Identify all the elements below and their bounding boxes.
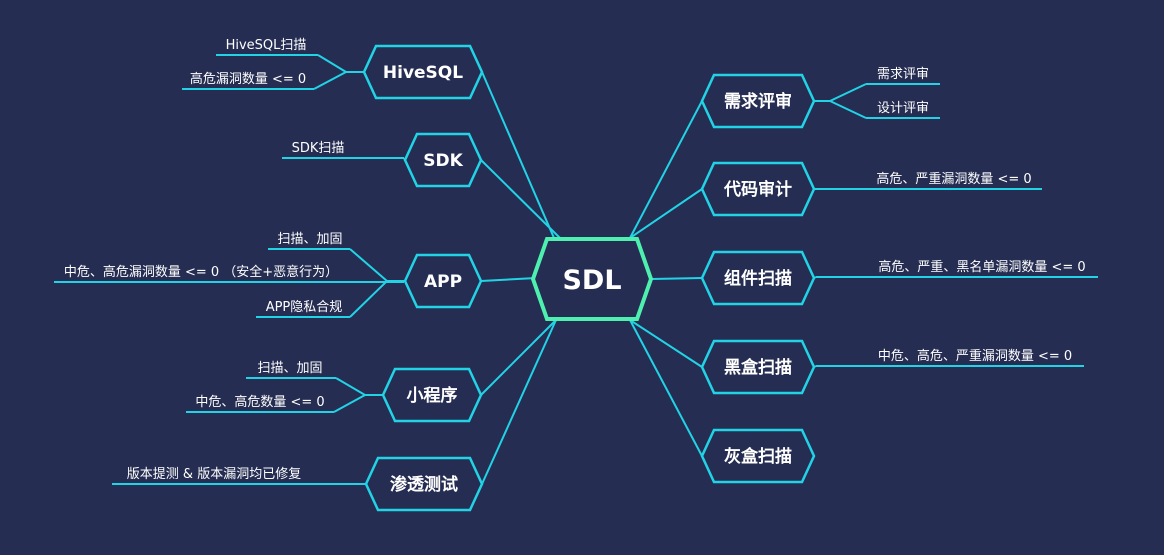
branch-9-node[interactable]: 灰盒扫描 — [700, 428, 816, 484]
connector-center-to-branch-1 — [480, 159, 561, 239]
connector-center-to-branch-5 — [629, 100, 703, 239]
connector-center-to-branch-9 — [629, 319, 703, 457]
connector-leaf — [349, 248, 388, 282]
connector-leaf — [335, 377, 366, 396]
leaf-label: 需求评审 — [877, 67, 929, 82]
leaf-label: 中危、高危数量 <= 0 — [195, 394, 324, 410]
branch-label: 需求评审 — [724, 91, 792, 112]
leaf-label: 版本提测 & 版本漏洞均已修复 — [127, 466, 301, 482]
branch-label: HiveSQL — [383, 63, 463, 83]
connector-center-to-branch-0 — [481, 71, 555, 239]
branch-7-node[interactable]: 组件扫描 — [700, 250, 816, 306]
branch-6-node[interactable]: 代码审计 — [700, 161, 816, 217]
branch-label: 灰盒扫描 — [724, 446, 792, 467]
connector-center-to-branch-7 — [651, 277, 703, 280]
leaf-label: 高危、严重、黑名单漏洞数量 <= 0 — [878, 259, 1085, 275]
connector-center-to-branch-2 — [480, 277, 537, 282]
connector-center-to-branch-8 — [629, 319, 703, 368]
leaf-label: SDK扫描 — [292, 141, 345, 156]
leaf-label: 高危、严重漏洞数量 <= 0 — [876, 171, 1031, 187]
branch-label: APP — [424, 272, 462, 292]
mind-map-nodes: SDL HiveSQL HiveSQL扫描高危漏洞数量 <= 0 SDK SDK扫描 AP… — [64, 38, 1086, 512]
connector-leaf — [829, 100, 867, 119]
center-label: SDL — [562, 265, 621, 296]
sdl-mind-map: SDL HiveSQL HiveSQL扫描高危漏洞数量 <= 0 SDK SDK扫描 AP… — [54, 38, 1098, 512]
connector-leaf — [313, 71, 347, 90]
branch-3-node[interactable]: 小程序 — [381, 367, 483, 423]
connector-leaf — [333, 394, 366, 413]
leaf-label: 中危、高危、严重漏洞数量 <= 0 — [878, 348, 1072, 364]
branch-label: SDK — [423, 151, 463, 171]
connector-leaf — [349, 280, 388, 318]
leaf-label: APP隐私合规 — [266, 300, 343, 315]
leaf-label: 设计评审 — [877, 101, 929, 116]
leaf-label: HiveSQL扫描 — [226, 38, 307, 53]
branch-8-node[interactable]: 黑盒扫描 — [700, 339, 816, 395]
connector-center-to-branch-4 — [481, 319, 557, 485]
branch-label: 代码审计 — [723, 179, 792, 200]
branch-2-node[interactable]: APP — [403, 253, 483, 309]
branch-label: 组件扫描 — [724, 268, 792, 289]
connector-leaf — [829, 83, 867, 102]
branch-label: 渗透测试 — [390, 474, 458, 495]
branch-1-node[interactable]: SDK — [403, 132, 483, 188]
leaf-label: 扫描、加固 — [257, 361, 322, 376]
connector-center-to-branch-6 — [629, 188, 703, 239]
connector-leaf — [317, 54, 347, 73]
leaf-label: 中危、高危漏洞数量 <= 0 （安全+恶意行为） — [64, 264, 338, 280]
leaf-label: 扫描、加固 — [277, 232, 342, 247]
branch-0-node[interactable]: HiveSQL — [362, 44, 484, 100]
center-node-sdl: SDL — [530, 237, 654, 321]
branch-5-node[interactable]: 需求评审 — [700, 73, 816, 129]
branch-label: 黑盒扫描 — [724, 357, 792, 378]
connector-center-to-branch-3 — [480, 319, 557, 396]
branch-label: 小程序 — [407, 385, 458, 406]
leaf-label: 高危漏洞数量 <= 0 — [190, 71, 306, 87]
branch-4-node[interactable]: 渗透测试 — [364, 456, 484, 512]
